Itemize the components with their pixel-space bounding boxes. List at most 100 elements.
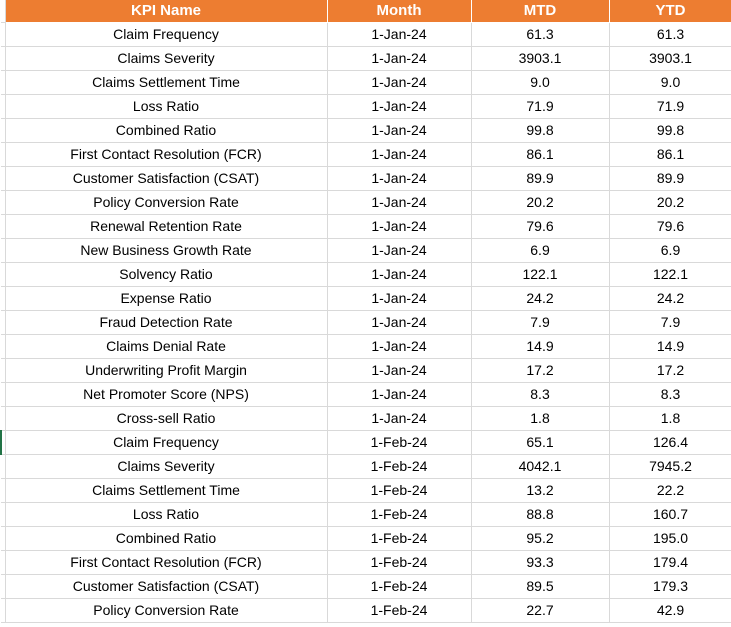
cell-kpi-name[interactable]: Combined Ratio [5, 118, 328, 143]
cell-ytd[interactable]: 122.1 [609, 262, 731, 287]
cell-ytd[interactable]: 179.3 [609, 574, 731, 599]
cell-mtd[interactable]: 89.9 [471, 166, 610, 191]
cell-month[interactable]: 1-Feb-24 [327, 478, 472, 503]
cell-kpi-name[interactable]: Combined Ratio [5, 526, 328, 551]
cell-ytd[interactable]: 24.2 [609, 286, 731, 311]
cell-ytd[interactable]: 126.4 [609, 430, 731, 455]
cell-mtd[interactable]: 7.9 [471, 310, 610, 335]
cell-kpi-name[interactable]: Fraud Detection Rate [5, 310, 328, 335]
cell-mtd[interactable]: 88.8 [471, 502, 610, 527]
cell-kpi-name[interactable]: Claims Severity [5, 46, 328, 71]
cell-ytd[interactable]: 179.4 [609, 550, 731, 575]
cell-mtd[interactable]: 14.9 [471, 334, 610, 359]
cell-ytd[interactable]: 86.1 [609, 142, 731, 167]
cell-month[interactable]: 1-Jan-24 [327, 22, 472, 47]
cell-mtd[interactable]: 20.2 [471, 190, 610, 215]
cell-mtd[interactable]: 3903.1 [471, 46, 610, 71]
cell-month[interactable]: 1-Feb-24 [327, 502, 472, 527]
cell-ytd[interactable]: 7945.2 [609, 454, 731, 479]
cell-month[interactable]: 1-Jan-24 [327, 190, 472, 215]
cell-ytd[interactable]: 71.9 [609, 94, 731, 119]
cell-mtd[interactable]: 93.3 [471, 550, 610, 575]
header-kpi-name[interactable]: KPI Name [5, 0, 328, 23]
cell-month[interactable]: 1-Jan-24 [327, 310, 472, 335]
cell-kpi-name[interactable]: Solvency Ratio [5, 262, 328, 287]
cell-month[interactable]: 1-Jan-24 [327, 46, 472, 71]
cell-mtd[interactable]: 17.2 [471, 358, 610, 383]
cell-kpi-name[interactable]: Claims Denial Rate [5, 334, 328, 359]
cell-mtd[interactable]: 95.2 [471, 526, 610, 551]
cell-month[interactable]: 1-Feb-24 [327, 526, 472, 551]
cell-month[interactable]: 1-Jan-24 [327, 382, 472, 407]
cell-kpi-name[interactable]: Claim Frequency [5, 22, 328, 47]
cell-ytd[interactable]: 7.9 [609, 310, 731, 335]
cell-ytd[interactable]: 14.9 [609, 334, 731, 359]
cell-ytd[interactable]: 79.6 [609, 214, 731, 239]
cell-ytd[interactable]: 22.2 [609, 478, 731, 503]
cell-mtd[interactable]: 122.1 [471, 262, 610, 287]
cell-ytd[interactable]: 160.7 [609, 502, 731, 527]
cell-kpi-name[interactable]: Net Promoter Score (NPS) [5, 382, 328, 407]
cell-mtd[interactable]: 9.0 [471, 70, 610, 95]
cell-kpi-name[interactable]: First Contact Resolution (FCR) [5, 550, 328, 575]
cell-month[interactable]: 1-Jan-24 [327, 94, 472, 119]
cell-month[interactable]: 1-Jan-24 [327, 70, 472, 95]
cell-ytd[interactable]: 9.0 [609, 70, 731, 95]
cell-month[interactable]: 1-Feb-24 [327, 454, 472, 479]
cell-ytd[interactable]: 89.9 [609, 166, 731, 191]
cell-ytd[interactable]: 8.3 [609, 382, 731, 407]
cell-kpi-name[interactable]: Cross-sell Ratio [5, 406, 328, 431]
cell-month[interactable]: 1-Feb-24 [327, 574, 472, 599]
cell-mtd[interactable]: 4042.1 [471, 454, 610, 479]
cell-kpi-name[interactable]: Claims Settlement Time [5, 70, 328, 95]
cell-mtd[interactable]: 89.5 [471, 574, 610, 599]
cell-mtd[interactable]: 65.1 [471, 430, 610, 455]
cell-month[interactable]: 1-Jan-24 [327, 214, 472, 239]
cell-ytd[interactable]: 99.8 [609, 118, 731, 143]
header-ytd[interactable]: YTD [609, 0, 731, 23]
cell-ytd[interactable]: 20.2 [609, 190, 731, 215]
cell-kpi-name[interactable]: Customer Satisfaction (CSAT) [5, 166, 328, 191]
cell-mtd[interactable]: 13.2 [471, 478, 610, 503]
cell-kpi-name[interactable]: Renewal Retention Rate [5, 214, 328, 239]
cell-kpi-name[interactable]: Claim Frequency [5, 430, 328, 455]
cell-kpi-name[interactable]: New Business Growth Rate [5, 238, 328, 263]
cell-kpi-name[interactable]: Customer Satisfaction (CSAT) [5, 574, 328, 599]
cell-kpi-name[interactable]: Underwriting Profit Margin [5, 358, 328, 383]
cell-ytd[interactable]: 195.0 [609, 526, 731, 551]
cell-month[interactable]: 1-Jan-24 [327, 238, 472, 263]
cell-mtd[interactable]: 8.3 [471, 382, 610, 407]
cell-month[interactable]: 1-Jan-24 [327, 406, 472, 431]
cell-ytd[interactable]: 1.8 [609, 406, 731, 431]
spreadsheet-grid[interactable]: KPI Name Month MTD YTD Claim Frequency 1-… [0, 0, 731, 627]
cell-mtd[interactable]: 1.8 [471, 406, 610, 431]
cell-kpi-name[interactable]: Policy Conversion Rate [5, 598, 328, 623]
cell-month[interactable]: 1-Jan-24 [327, 286, 472, 311]
cell-month[interactable]: 1-Feb-24 [327, 598, 472, 623]
cell-ytd[interactable]: 17.2 [609, 358, 731, 383]
header-month[interactable]: Month [327, 0, 472, 23]
cell-ytd[interactable]: 61.3 [609, 22, 731, 47]
cell-mtd[interactable]: 71.9 [471, 94, 610, 119]
cell-month[interactable]: 1-Feb-24 [327, 550, 472, 575]
cell-mtd[interactable]: 6.9 [471, 238, 610, 263]
header-mtd[interactable]: MTD [471, 0, 610, 23]
cell-month[interactable]: 1-Jan-24 [327, 118, 472, 143]
cell-month[interactable]: 1-Jan-24 [327, 142, 472, 167]
cell-month[interactable]: 1-Jan-24 [327, 358, 472, 383]
cell-ytd[interactable]: 6.9 [609, 238, 731, 263]
cell-kpi-name[interactable]: Expense Ratio [5, 286, 328, 311]
cell-kpi-name[interactable]: Loss Ratio [5, 94, 328, 119]
cell-mtd[interactable]: 61.3 [471, 22, 610, 47]
cell-ytd[interactable]: 42.9 [609, 598, 731, 623]
cell-kpi-name[interactable]: Claims Severity [5, 454, 328, 479]
cell-month[interactable]: 1-Jan-24 [327, 334, 472, 359]
cell-mtd[interactable]: 22.7 [471, 598, 610, 623]
cell-mtd[interactable]: 24.2 [471, 286, 610, 311]
cell-kpi-name[interactable]: First Contact Resolution (FCR) [5, 142, 328, 167]
cell-mtd[interactable]: 79.6 [471, 214, 610, 239]
cell-kpi-name[interactable]: Claims Settlement Time [5, 478, 328, 503]
cell-ytd[interactable]: 3903.1 [609, 46, 731, 71]
cell-month[interactable]: 1-Jan-24 [327, 166, 472, 191]
cell-month[interactable]: 1-Jan-24 [327, 262, 472, 287]
